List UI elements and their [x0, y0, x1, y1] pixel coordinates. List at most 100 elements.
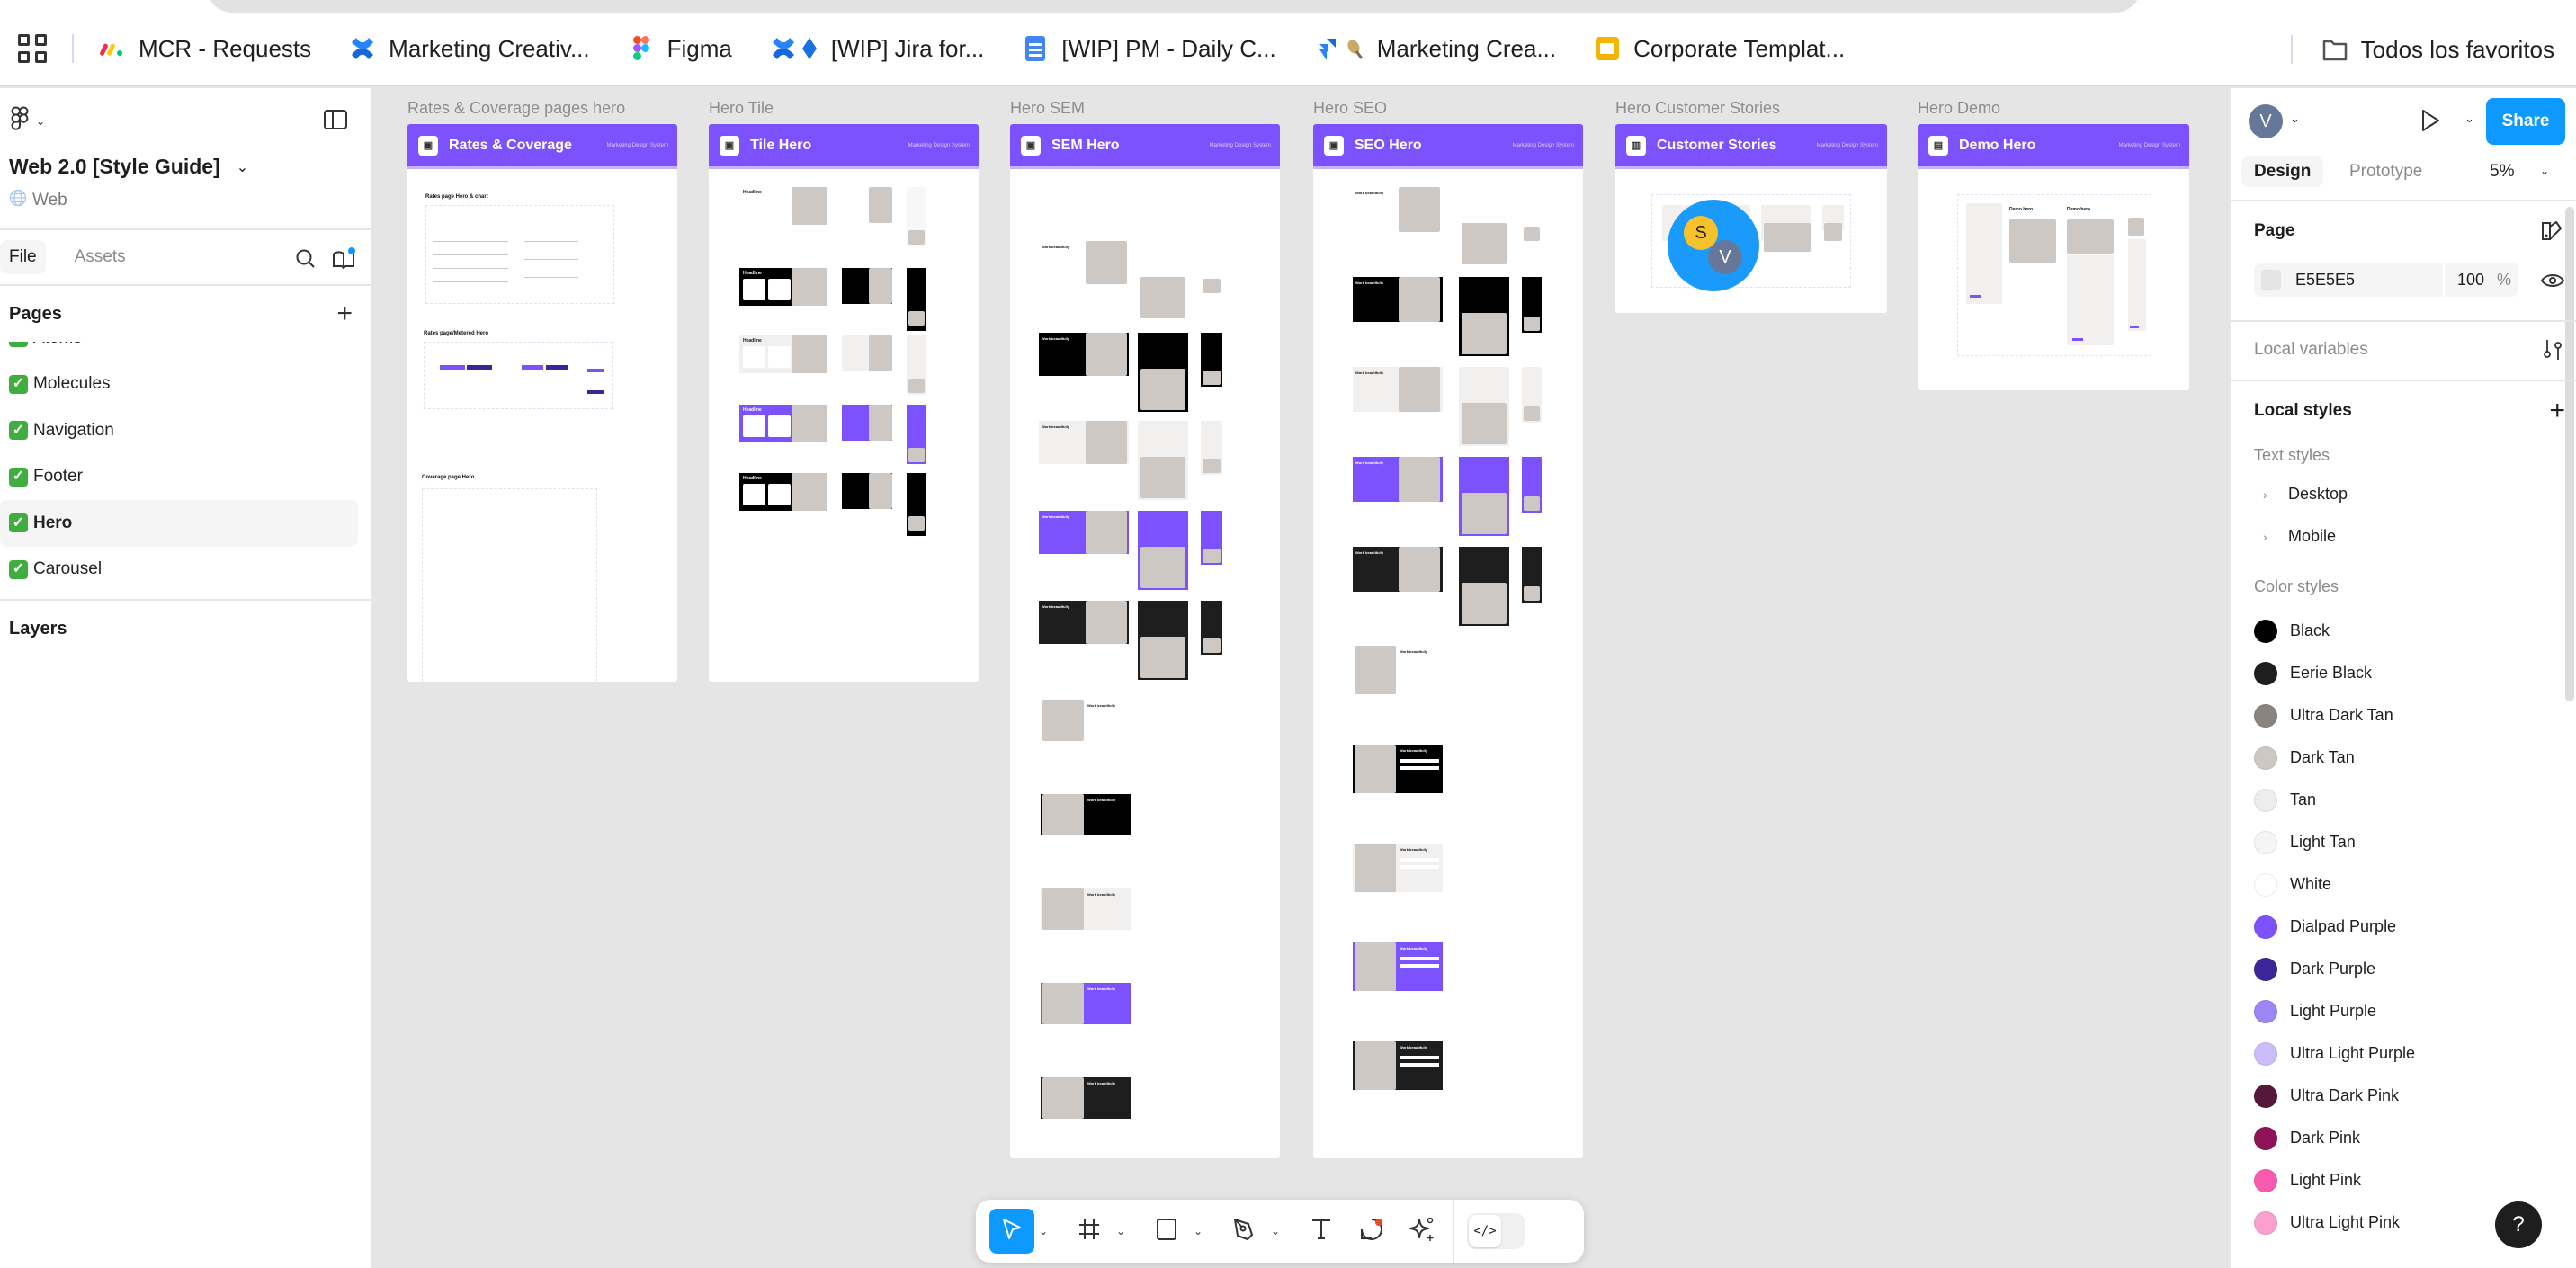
chevron-down-icon[interactable]: ⌄ — [1189, 1209, 1207, 1254]
toggle-sidebar-icon[interactable] — [324, 110, 347, 129]
checkmark-icon: ✓ — [9, 559, 28, 579]
color-style-item[interactable]: Ultra Dark Pink — [2231, 1075, 2576, 1117]
color-style-item[interactable]: Tan — [2231, 779, 2576, 821]
frame-label-hero-tile[interactable]: Hero Tile — [709, 99, 774, 118]
color-style-item[interactable]: Dark Purple — [2231, 948, 2576, 990]
dev-mode-toggle[interactable]: </> — [1467, 1213, 1525, 1249]
bookmark-mcr-requests[interactable]: MCR - Requests — [99, 29, 311, 68]
avatar-v[interactable]: V — [1708, 240, 1742, 274]
frame-label-hero-sem[interactable]: Hero SEM — [1010, 99, 1085, 118]
add-style-button[interactable]: + — [2549, 396, 2565, 426]
collaborator-cursor-cluster[interactable]: S V — [1668, 200, 1759, 291]
tab-file[interactable]: File — [0, 240, 46, 274]
page-background-field[interactable]: E5E5E5 100 % — [2254, 263, 2518, 297]
text-style-group-desktop[interactable]: › Desktop — [2231, 473, 2576, 515]
bookmark-marketing-crea[interactable]: Marketing Crea... — [1314, 29, 1556, 68]
frame-label-hero-demo[interactable]: Hero Demo — [1918, 99, 2000, 118]
sample-headline: Work beautifully — [1355, 550, 1384, 555]
table-line — [433, 268, 508, 269]
chevron-down-icon[interactable]: ⌄ — [2290, 112, 2300, 126]
tab-prototype[interactable]: Prototype — [2337, 156, 2435, 187]
page-item-navigation[interactable]: ✓ Navigation — [0, 407, 358, 454]
color-style-item[interactable]: Eerie Black — [2231, 652, 2576, 694]
user-avatar[interactable]: V — [2249, 104, 2283, 138]
actions-tool[interactable] — [1400, 1209, 1445, 1254]
browser-tab-strip — [0, 0, 2576, 13]
page-item-hero[interactable]: ✓ Hero — [0, 500, 358, 547]
help-button[interactable]: ? — [2495, 1201, 2542, 1248]
page-item-atoms[interactable]: ✓ Atoms — [0, 342, 358, 362]
color-style-item[interactable]: Black — [2231, 610, 2576, 652]
frame-tool[interactable] — [1067, 1209, 1112, 1254]
main-menu-button[interactable]: ⌄ — [11, 106, 45, 136]
style-palette-icon[interactable] — [2540, 219, 2563, 247]
page-item-footer[interactable]: ✓ Footer — [0, 454, 358, 501]
chevron-down-icon[interactable]: ⌄ — [1112, 1209, 1130, 1254]
checkmark-icon: ✓ — [9, 421, 28, 441]
tab-design[interactable]: Design — [2241, 156, 2324, 187]
sample-headline: Headline — [743, 271, 762, 276]
opacity-value[interactable]: 100 — [2445, 271, 2497, 290]
chevron-down-icon[interactable]: ⌄ — [1034, 1209, 1052, 1254]
text-tool[interactable] — [1299, 1209, 1344, 1254]
confluence-icon — [349, 35, 376, 62]
color-style-item[interactable]: Dialpad Purple — [2231, 906, 2576, 948]
local-variables-label[interactable]: Local variables — [2254, 340, 2368, 360]
color-style-item[interactable]: Dark Tan — [2231, 737, 2576, 779]
present-button[interactable] — [2419, 108, 2441, 138]
sample-headline: Work beautifully — [1087, 798, 1116, 802]
frame-label-hero-customer-stories[interactable]: Hero Customer Stories — [1615, 99, 1780, 118]
bookmark-corporate-template[interactable]: Corporate Templat... — [1594, 29, 1845, 68]
color-swatch[interactable] — [2261, 270, 2281, 290]
add-page-button[interactable]: + — [336, 299, 353, 329]
tile-image — [908, 230, 925, 245]
hex-value[interactable]: E5E5E5 — [2295, 271, 2443, 290]
pen-tool[interactable] — [1221, 1209, 1266, 1254]
frame-label-hero-seo[interactable]: Hero SEO — [1313, 99, 1387, 118]
eye-visibility-icon[interactable] — [2540, 272, 2565, 294]
page-item-molecules[interactable]: ✓ Molecules — [0, 362, 358, 408]
apps-grid-icon[interactable] — [16, 32, 49, 65]
color-style-item[interactable]: White — [2231, 863, 2576, 906]
chevron-down-icon: ⌄ — [236, 159, 249, 175]
color-style-item[interactable]: Dark Pink — [2231, 1117, 2576, 1159]
bookmark-wip-jira[interactable]: [WIP] Jira for... — [770, 29, 984, 68]
frame-tile-hero[interactable]: ▣ Tile Hero Marketing Design System Head… — [709, 124, 979, 682]
bookmark-marketing-creative[interactable]: Marketing Creativ... — [349, 29, 590, 68]
tab-assets[interactable]: Assets — [66, 240, 135, 274]
page-item-carousel[interactable]: ✓ Carousel — [0, 547, 358, 594]
frame-seo-hero[interactable]: ▣ SEO Hero Marketing Design System Work … — [1313, 124, 1583, 1158]
chevron-down-icon[interactable]: ⌄ — [1266, 1209, 1284, 1254]
zoom-level[interactable]: 5% — [2490, 162, 2514, 182]
all-bookmarks-button[interactable]: Todos los favoritos — [2321, 30, 2554, 69]
chevron-down-icon[interactable]: ⌄ — [2464, 112, 2474, 126]
seo-image — [1524, 586, 1540, 601]
frame-rates-coverage[interactable]: ▣ Rates & Coverage Marketing Design Syst… — [407, 124, 677, 682]
chevron-down-icon[interactable]: ⌄ — [2540, 165, 2549, 177]
rectangle-tool[interactable] — [1144, 1209, 1189, 1254]
frame-customer-stories[interactable]: ▥ Customer Stories Marketing Design Syst… — [1615, 124, 1887, 313]
color-style-item[interactable]: Light Purple — [2231, 990, 2576, 1032]
move-tool[interactable] — [989, 1209, 1034, 1254]
toolbar-divider — [1453, 1200, 1454, 1263]
share-button[interactable]: Share — [2486, 98, 2565, 145]
bookmark-figma[interactable]: Figma — [628, 29, 732, 68]
frame-demo-hero[interactable]: ▤ Demo Hero Marketing Design System Demo… — [1918, 124, 2189, 390]
address-bar[interactable] — [207, 0, 2141, 13]
team-link[interactable]: Web — [9, 189, 67, 212]
text-style-group-mobile[interactable]: › Mobile — [2231, 515, 2576, 558]
seo-image — [1355, 745, 1396, 793]
frame-label-rates-coverage[interactable]: Rates & Coverage pages hero — [407, 99, 625, 118]
file-name[interactable]: Web 2.0 [Style Guide] ⌄ — [9, 155, 248, 179]
frame-sem-hero[interactable]: ▣ SEM Hero Marketing Design System Work … — [1010, 124, 1280, 1158]
canvas[interactable]: Rates & Coverage pages hero ▣ Rates & Co… — [372, 88, 2229, 1268]
search-icon[interactable] — [295, 248, 317, 274]
color-style-item[interactable]: Light Tan — [2231, 821, 2576, 863]
library-icon[interactable] — [331, 246, 356, 274]
color-style-item[interactable]: Light Pink — [2231, 1159, 2576, 1201]
comment-tool[interactable] — [1349, 1209, 1394, 1254]
variables-sliders-icon[interactable] — [2542, 338, 2563, 366]
bookmark-pm-daily[interactable]: [WIP] PM - Daily C... — [1022, 29, 1276, 68]
color-style-item[interactable]: Ultra Light Purple — [2231, 1032, 2576, 1075]
color-style-item[interactable]: Ultra Dark Tan — [2231, 694, 2576, 737]
